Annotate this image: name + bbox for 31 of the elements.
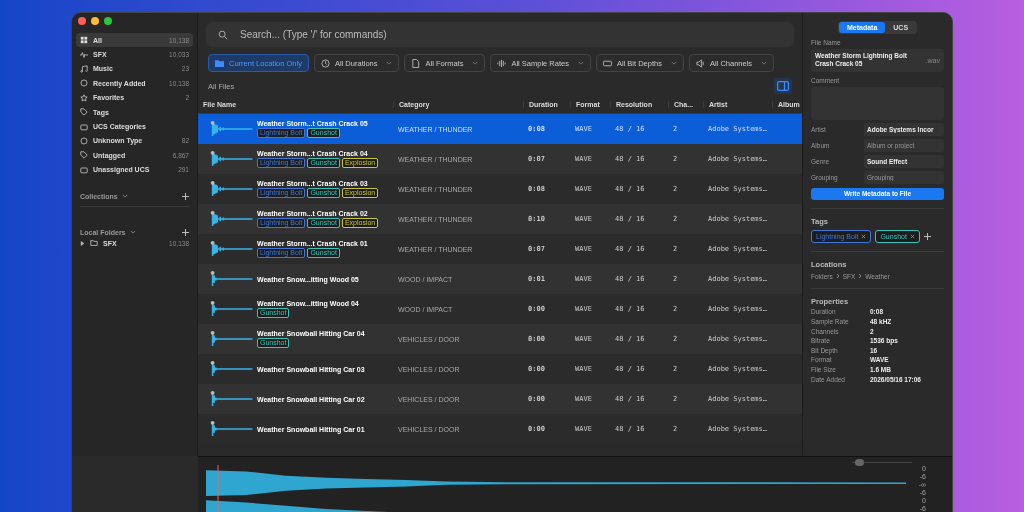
add-icon[interactable] — [923, 232, 931, 240]
add-icon[interactable] — [182, 228, 189, 236]
chevron-right-icon — [858, 273, 863, 280]
waveform-icon — [497, 58, 507, 68]
chevron-down-icon — [761, 61, 768, 65]
disclosure-triangle-icon[interactable] — [80, 240, 85, 246]
sidebar-toggle-button[interactable] — [774, 78, 792, 94]
chevron-down-icon — [472, 61, 479, 65]
rectangle-icon — [602, 58, 612, 68]
chevron-down-icon — [670, 61, 677, 65]
chevron-down-icon — [129, 230, 136, 235]
close-button[interactable] — [78, 17, 86, 25]
star-icon — [80, 93, 88, 102]
add-icon[interactable] — [182, 192, 189, 200]
zoom-slider[interactable] — [852, 459, 912, 466]
close-icon[interactable] — [909, 233, 915, 239]
tag-icon — [80, 108, 88, 117]
waveform-icon — [80, 50, 88, 59]
chevron-down-icon — [577, 61, 584, 65]
chevron-right-icon — [835, 273, 840, 280]
close-icon[interactable] — [861, 233, 867, 239]
speaker-icon — [695, 58, 705, 68]
grid-icon — [80, 36, 88, 45]
chevron-down-icon — [121, 194, 128, 199]
music-note-icon — [80, 64, 88, 73]
zoom-button[interactable] — [104, 17, 112, 25]
search-icon — [218, 29, 228, 40]
search-field[interactable]: Search... (Type '/' for commands) — [206, 22, 794, 47]
minimize-button[interactable] — [91, 17, 99, 25]
chevron-down-icon — [386, 61, 393, 65]
document-icon — [411, 58, 421, 68]
